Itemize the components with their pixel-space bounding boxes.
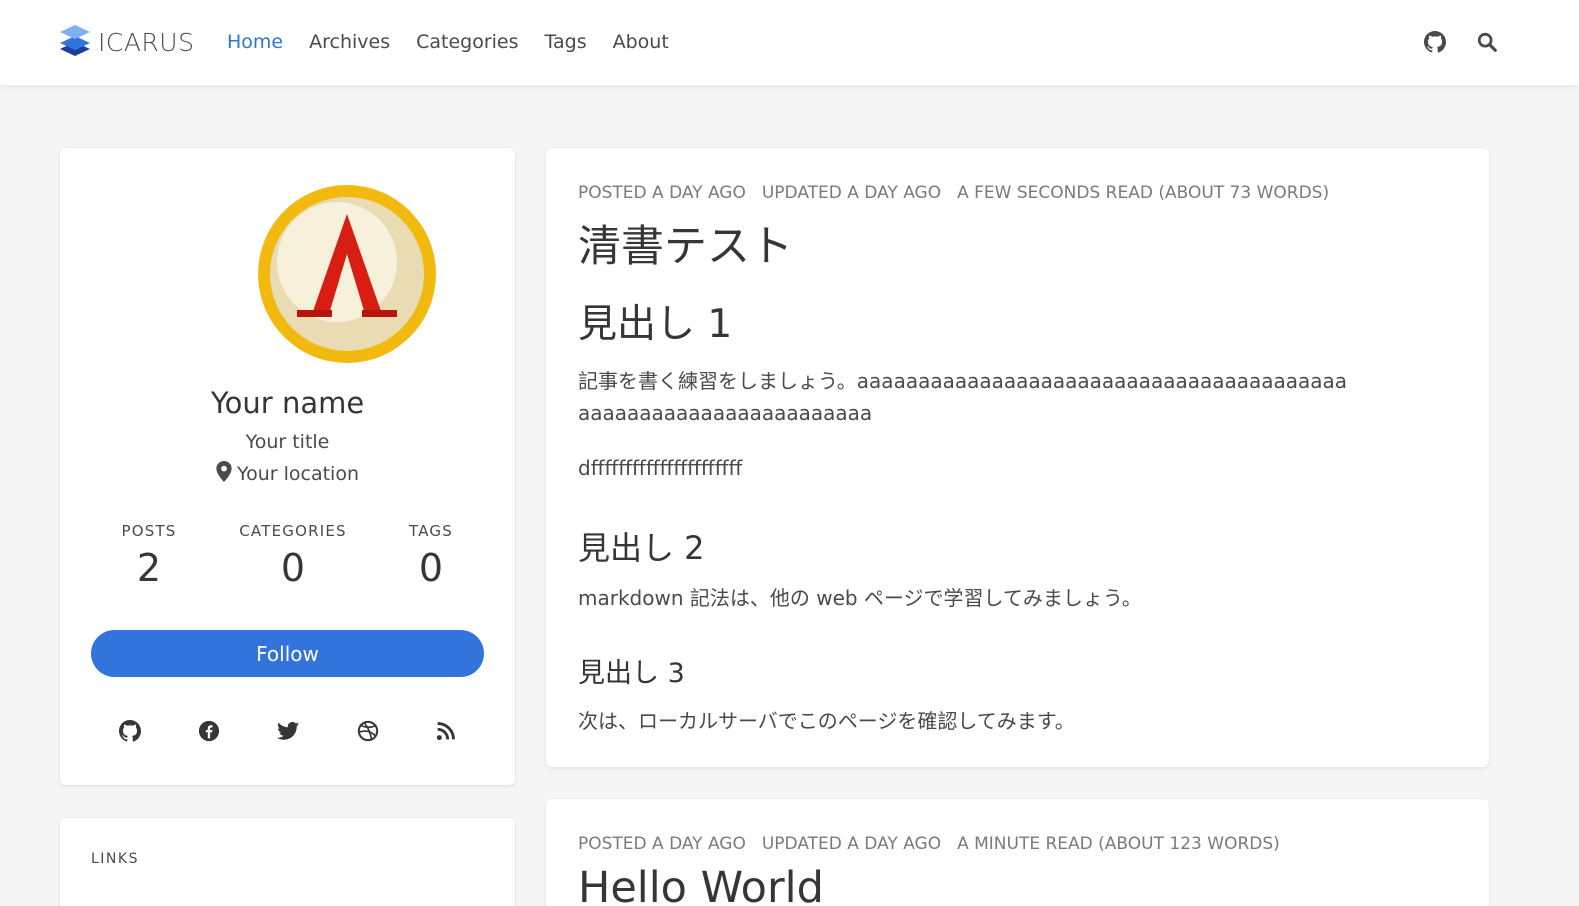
nav-link-home[interactable]: Home — [214, 31, 296, 53]
profile-location: Your location — [60, 461, 515, 487]
stat-posts[interactable]: POSTS 2 — [104, 522, 194, 590]
post-meta: POSTED A DAY AGO UPDATED A DAY AGO A MIN… — [578, 834, 1280, 854]
brand-link[interactable]: ICARUS — [58, 22, 194, 62]
nav-link-categories[interactable]: Categories — [403, 31, 531, 53]
nav-link-archives[interactable]: Archives — [296, 31, 403, 53]
post-posted-date: POSTED A DAY AGO — [578, 183, 746, 203]
post-card: POSTED A DAY AGO UPDATED A DAY AGO A MIN… — [546, 799, 1489, 906]
github-icon[interactable] — [117, 718, 143, 744]
avatar — [257, 184, 437, 364]
post-heading-3: 見出し 3 — [578, 658, 685, 689]
post-read-time: A MINUTE READ (ABOUT 123 WORDS) — [957, 834, 1280, 854]
search-icon[interactable] — [1473, 28, 1501, 56]
post-updated-date: UPDATED A DAY AGO — [761, 183, 942, 203]
brand-name: ICARUS — [98, 27, 195, 57]
stat-tags[interactable]: TAGS 0 — [391, 522, 471, 590]
stat-categories[interactable]: CATEGORIES 0 — [228, 522, 358, 590]
post-heading-2: 見出し 2 — [578, 529, 705, 567]
twitter-icon[interactable] — [275, 718, 301, 744]
social-links — [60, 718, 515, 744]
follow-button[interactable]: Follow — [91, 630, 484, 677]
profile-title: Your title — [245, 431, 330, 453]
post-title[interactable]: Hello World — [578, 863, 824, 906]
profile-location-text: Your location — [237, 463, 359, 485]
post-posted-date: POSTED A DAY AGO — [578, 834, 746, 854]
post-paragraph: 次は、ローカルサーバでこのページを確認してみます。 — [578, 709, 1075, 733]
profile-card: Your name Your title Your location POSTS… — [60, 148, 515, 785]
post-heading-1: 見出し 1 — [578, 302, 733, 347]
navbar: ICARUS Home Archives Categories Tags Abo… — [0, 0, 1579, 85]
post-paragraph: aaaaaaaaaaaaaaaaaaaaaaaa — [578, 401, 873, 425]
links-widget-title: LINKS — [91, 851, 139, 867]
dribbble-icon[interactable] — [355, 718, 381, 744]
nav-link-tags[interactable]: Tags — [532, 31, 600, 53]
layers-logo-icon — [58, 24, 92, 60]
post-paragraph: 記事を書く練習をしましょう。aaaaaaaaaaaaaaaaaaaaaaaaaa… — [578, 369, 1348, 393]
map-marker-icon — [216, 461, 232, 487]
rss-icon[interactable] — [433, 718, 459, 744]
post-read-time: A FEW SECONDS READ (ABOUT 73 WORDS) — [957, 183, 1330, 203]
links-widget: LINKS — [60, 818, 515, 906]
facebook-icon[interactable] — [196, 718, 222, 744]
nav-links: Home Archives Categories Tags About — [214, 24, 682, 60]
nav-right — [1421, 24, 1501, 60]
profile-name: Your name — [210, 386, 365, 420]
stat-value: 0 — [418, 546, 444, 590]
post-paragraph: dffffffffffffffffffffff — [578, 456, 743, 480]
post-meta: POSTED A DAY AGO UPDATED A DAY AGO A FEW… — [578, 183, 1329, 203]
stat-label: POSTS — [121, 522, 177, 540]
stat-label: TAGS — [409, 522, 453, 540]
stat-label: CATEGORIES — [239, 522, 347, 540]
post-updated-date: UPDATED A DAY AGO — [761, 834, 942, 854]
github-icon[interactable] — [1421, 28, 1449, 56]
post-paragraph: markdown 記法は、他の web ページで学習してみましょう。 — [578, 586, 1142, 610]
profile-stats: POSTS 2 CATEGORIES 0 TAGS 0 — [60, 522, 515, 602]
nav-link-about[interactable]: About — [600, 31, 682, 53]
stat-value: 0 — [280, 546, 306, 590]
stat-value: 2 — [136, 546, 162, 590]
post-card: POSTED A DAY AGO UPDATED A DAY AGO A FEW… — [546, 148, 1489, 767]
post-title[interactable]: 清書テスト — [578, 212, 793, 274]
